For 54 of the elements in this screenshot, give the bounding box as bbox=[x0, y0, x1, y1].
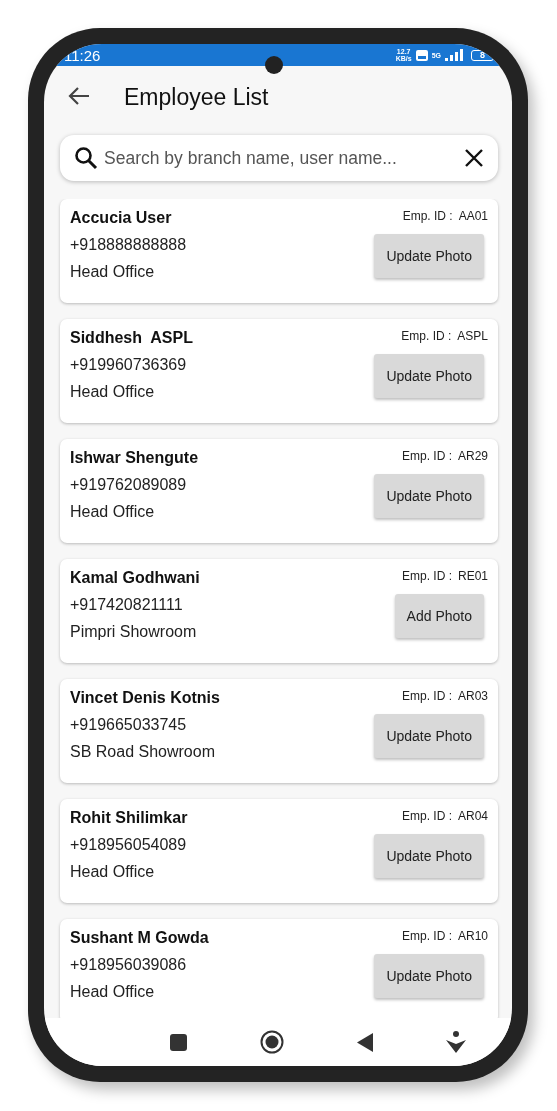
emp-id: RE01 bbox=[457, 569, 488, 583]
employee-name: Vincet Denis Kotnis bbox=[70, 689, 221, 707]
signal-icon bbox=[445, 49, 463, 61]
photo-button[interactable]: Update Photo bbox=[374, 234, 484, 278]
photo-button[interactable]: Add Photo bbox=[394, 594, 484, 638]
phone-number: +918956054089 bbox=[70, 836, 188, 854]
branch-name: Head Office bbox=[70, 863, 156, 881]
battery-level: 8 bbox=[471, 49, 494, 61]
branch-name: Head Office bbox=[70, 983, 156, 1001]
emp-id-label: Emp. ID : bbox=[401, 449, 452, 463]
search-icon bbox=[74, 146, 98, 170]
emp-id: AA01 bbox=[458, 209, 488, 223]
emp-id-label: Emp. ID : bbox=[402, 209, 453, 223]
photo-button[interactable]: Update Photo bbox=[374, 954, 484, 998]
phone-number: +919960736369 bbox=[70, 356, 188, 374]
branch-name: Head Office bbox=[70, 503, 156, 521]
emp-id-label: Emp. ID : bbox=[401, 569, 452, 583]
phone-number: +919762089089 bbox=[70, 476, 188, 494]
search-bar[interactable]: Search by branch name, user name... bbox=[60, 135, 498, 181]
emp-id-label: Emp. ID : bbox=[401, 689, 452, 703]
branch-name: Head Office bbox=[70, 383, 156, 401]
emp-id-label: Emp. ID : bbox=[401, 329, 452, 343]
branch-name: Head Office bbox=[70, 263, 156, 281]
page-title: Employee List bbox=[124, 83, 269, 111]
emp-id-label: Emp. ID : bbox=[401, 929, 452, 943]
phone-number: +918888888888 bbox=[70, 236, 188, 254]
photo-button[interactable]: Update Photo bbox=[374, 354, 484, 398]
emp-id: AR10 bbox=[457, 929, 488, 943]
phone-number: +917420821111 bbox=[70, 596, 184, 614]
photo-button[interactable]: Update Photo bbox=[374, 834, 484, 878]
close-icon[interactable] bbox=[464, 148, 484, 168]
emp-id: ASPL bbox=[457, 329, 488, 343]
photo-button[interactable]: Update Photo bbox=[374, 714, 484, 758]
employee-name: Ishwar Shengute bbox=[70, 449, 200, 467]
branch-name: SB Road Showroom bbox=[70, 743, 216, 761]
employee-name: Rohit Shilimkar bbox=[70, 809, 189, 827]
phone-number: +919665033745 bbox=[70, 716, 188, 734]
back-icon[interactable] bbox=[356, 1032, 373, 1052]
employee-name: Siddhesh ASPL bbox=[70, 329, 194, 347]
employee-name: Accucia User bbox=[70, 209, 173, 227]
accessibility-icon[interactable] bbox=[445, 1031, 466, 1053]
recents-icon[interactable] bbox=[170, 1033, 188, 1051]
employee-name: Kamal Godhwani bbox=[70, 569, 201, 587]
phone-number: +918956039086 bbox=[70, 956, 188, 974]
emp-id: AR29 bbox=[457, 449, 488, 463]
emp-id: AR03 bbox=[457, 689, 488, 703]
search-field[interactable]: Search by branch name, user name... bbox=[102, 146, 460, 170]
photo-button[interactable]: Update Photo bbox=[374, 474, 484, 518]
branch-name: Pimpri Showroom bbox=[70, 623, 198, 641]
back-arrow-icon bbox=[68, 85, 90, 106]
employee-name: Sushant M Gowda bbox=[70, 929, 210, 947]
emp-id: AR04 bbox=[457, 809, 488, 823]
home-icon[interactable] bbox=[260, 1030, 285, 1054]
emp-id-label: Emp. ID : bbox=[401, 809, 452, 823]
